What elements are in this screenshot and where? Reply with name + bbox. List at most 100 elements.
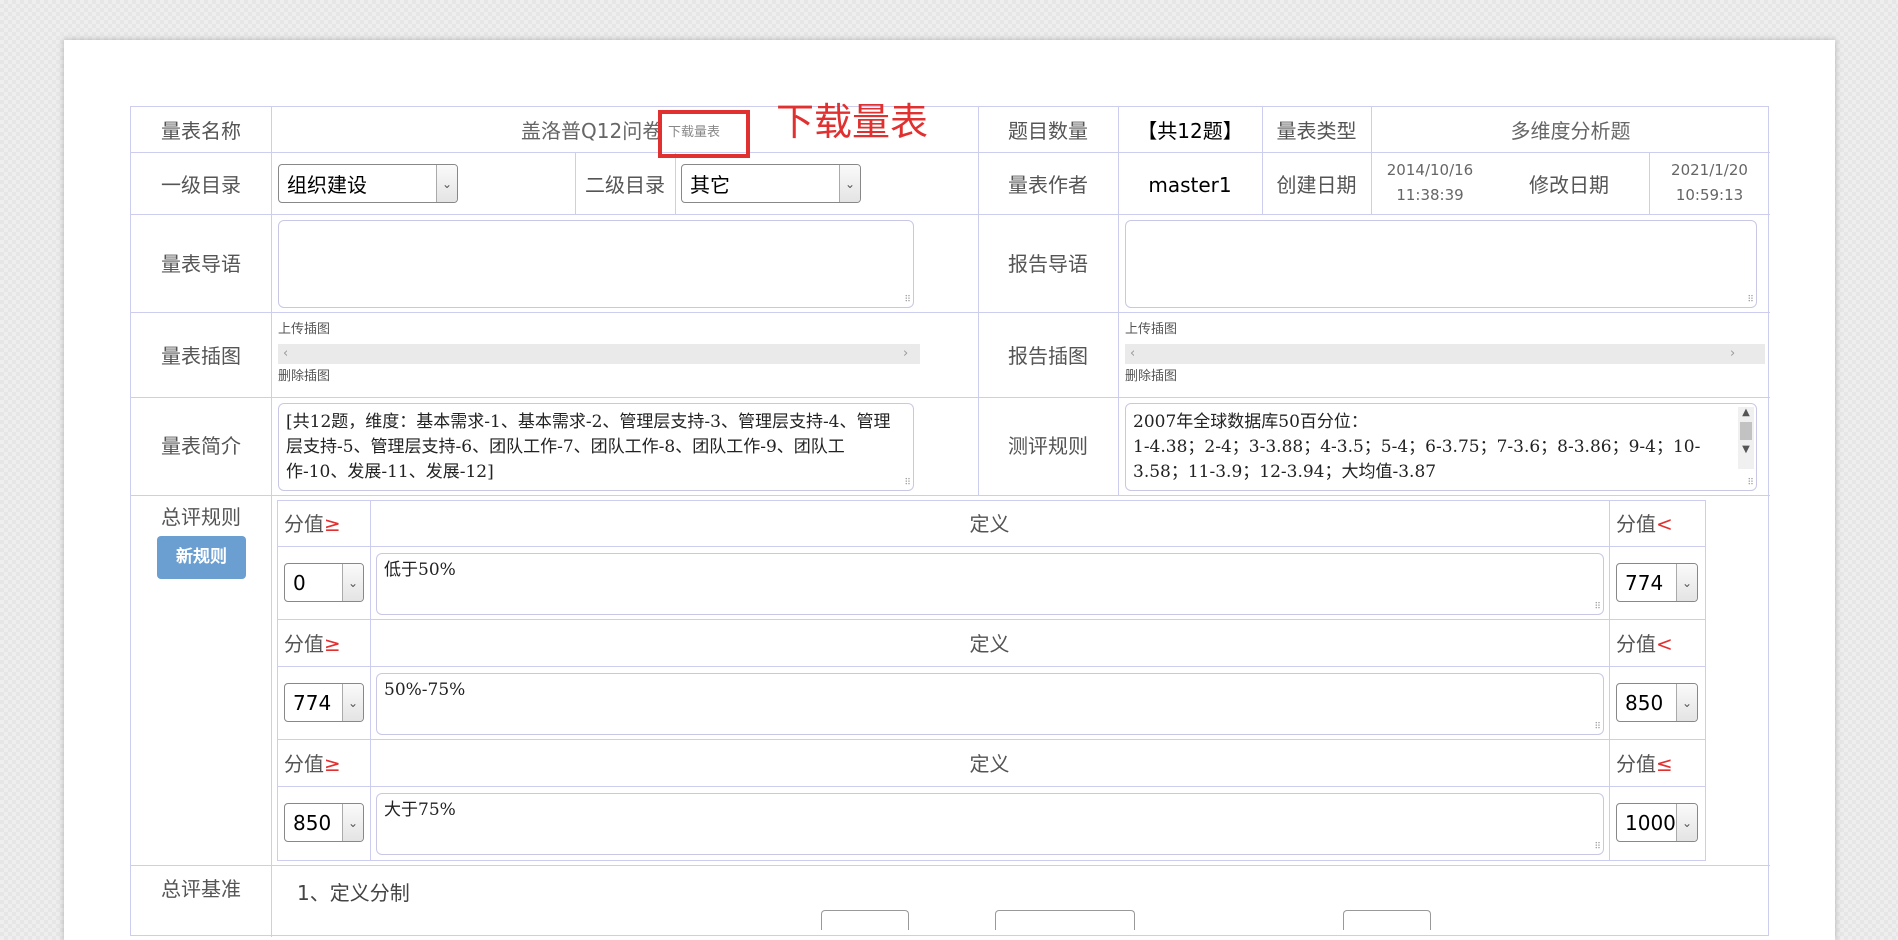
scale-name-label: 量表名称	[161, 119, 241, 143]
resize-grip-icon[interactable]: ⠿	[1594, 723, 1601, 732]
resize-grip-icon[interactable]: ⠿	[1747, 296, 1754, 305]
author-label: 量表作者	[1008, 173, 1088, 197]
chevron-down-icon: ⌄	[436, 165, 457, 202]
intro-textarea[interactable]: ⠿	[278, 220, 914, 308]
summary-textarea[interactable]: [共12题，维度：基本需求-1、基本需求-2、管理层支持-3、管理层支持-4、管…	[278, 403, 914, 491]
question-count-value: 【共12题】	[1137, 119, 1243, 143]
created-time: 11:38:39	[1396, 186, 1464, 204]
rule-definition: 低于50%	[384, 560, 456, 580]
row-divider	[131, 152, 1770, 153]
download-annotation: 下载量表	[776, 100, 929, 144]
report-illustration-label: 报告插图	[1008, 344, 1088, 368]
basis-item: 1、定义分制	[297, 881, 410, 905]
basis-select[interactable]	[821, 910, 909, 930]
category2-select[interactable]: 其它 ⌄	[681, 164, 861, 203]
resize-grip-icon[interactable]: ⠿	[1594, 603, 1601, 612]
chevron-down-icon: ⌄	[1676, 804, 1697, 841]
row-divider	[131, 495, 1770, 496]
rule-min-header: 分值≥	[284, 752, 341, 776]
row-divider	[278, 786, 1705, 787]
col-divider	[1609, 501, 1610, 860]
modified-date: 2021/1/20	[1671, 161, 1748, 179]
resize-grip-icon[interactable]: ⠿	[904, 479, 911, 488]
rule-min-value: 0	[293, 570, 306, 595]
report-intro-textarea[interactable]: ⠿	[1125, 220, 1757, 308]
row-divider	[278, 739, 1705, 740]
rule-max-select[interactable]: 774 ⌄	[1616, 563, 1698, 602]
rule-definition-textarea[interactable]: 大于75% ⠿	[376, 793, 1604, 855]
rule-min-value: 850	[293, 810, 332, 835]
chevron-down-icon: ⌄	[342, 684, 363, 721]
rule-max-header: 分值<	[1616, 512, 1673, 536]
rule-min-select[interactable]: 774 ⌄	[284, 683, 364, 722]
rule-definition-textarea[interactable]: 50%-75% ⠿	[376, 673, 1604, 735]
col-divider	[675, 152, 676, 214]
delete-illustration-link[interactable]: 删除插图	[278, 370, 330, 383]
illustration-scrollbar[interactable]: ‹ ›	[278, 344, 920, 364]
category2-value: 其它	[690, 173, 730, 197]
row-divider	[131, 865, 1770, 866]
report-intro-label: 报告导语	[1008, 252, 1088, 276]
scale-edit-form: 量表名称 盖洛普Q12问卷 下载量表 下载量表 题目数量 【共12题】 量表类型…	[130, 100, 1770, 937]
chevron-right-icon[interactable]: ›	[1730, 346, 1735, 361]
overall-rules-label: 总评规则	[161, 505, 241, 529]
upload-illustration-link[interactable]: 上传插图	[278, 323, 330, 336]
modified-time: 10:59:13	[1675, 186, 1744, 204]
rule-definition-header: 定义	[969, 752, 1010, 776]
col-divider	[1649, 152, 1650, 214]
rules-label: 测评规则	[1008, 434, 1088, 458]
report-illustration-scrollbar[interactable]: ‹ ›	[1125, 344, 1765, 364]
row-divider	[278, 666, 1705, 667]
row-divider	[131, 397, 1770, 398]
rule-min-select[interactable]: 0 ⌄	[284, 563, 364, 602]
rules-text-line2: 1-4.38；2-4；3-3.88；4-3.5；5-4；6-3.75；7-3.6…	[1133, 437, 1701, 482]
overall-basis-label: 总评基准	[161, 877, 241, 901]
vertical-scrollbar[interactable]: ▲ ▼	[1738, 407, 1754, 469]
rule-max-value: 774	[1625, 570, 1664, 595]
illustration-label: 量表插图	[161, 344, 241, 368]
basis-select[interactable]	[1343, 910, 1431, 930]
new-rule-button[interactable]: 新规则	[157, 536, 246, 579]
rule-max-select[interactable]: 1000 ⌄	[1616, 803, 1698, 842]
scale-name-value: 盖洛普Q12问卷	[521, 119, 663, 143]
rule-max-value: 1000	[1625, 810, 1676, 835]
created-date-label: 创建日期	[1276, 173, 1357, 197]
rule-definition: 大于75%	[384, 800, 456, 820]
category1-value: 组织建设	[287, 173, 367, 197]
chevron-down-icon: ⌄	[342, 804, 363, 841]
rules-textarea[interactable]: 2007年全球数据库50百分位： 1-4.38；2-4；3-3.88；4-3.5…	[1125, 403, 1757, 491]
chevron-down-icon: ⌄	[1676, 564, 1697, 601]
modified-date-label: 修改日期	[1529, 173, 1609, 197]
resize-grip-icon[interactable]: ⠿	[1747, 479, 1754, 488]
basis-select[interactable]	[995, 910, 1135, 930]
rule-definition-textarea[interactable]: 低于50% ⠿	[376, 553, 1604, 615]
delete-report-illustration-link[interactable]: 删除插图	[1125, 370, 1177, 383]
rule-min-select[interactable]: 850 ⌄	[284, 803, 364, 842]
created-date: 2014/10/16	[1386, 161, 1474, 179]
row-divider	[278, 619, 1705, 620]
resize-grip-icon[interactable]: ⠿	[1594, 843, 1601, 852]
rule-max-value: 850	[1625, 690, 1664, 715]
rule-definition: 50%-75%	[384, 680, 466, 700]
rule-max-select[interactable]: 850 ⌄	[1616, 683, 1698, 722]
rules-text-line1: 2007年全球数据库50百分位：	[1133, 412, 1368, 432]
rule-definition-header: 定义	[969, 512, 1010, 536]
summary-text: [共12题，维度：基本需求-1、基本需求-2、管理层支持-3、管理层支持-4、管…	[286, 412, 891, 482]
chevron-left-icon[interactable]: ‹	[283, 346, 288, 361]
scale-type-label: 量表类型	[1276, 119, 1357, 143]
intro-label: 量表导语	[161, 252, 241, 276]
category2-label: 二级目录	[585, 173, 665, 197]
upload-report-illustration-link[interactable]: 上传插图	[1125, 323, 1177, 336]
rule-min-header: 分值≥	[284, 512, 341, 536]
chevron-right-icon[interactable]: ›	[903, 346, 908, 361]
row-divider	[278, 546, 1705, 547]
resize-grip-icon[interactable]: ⠿	[904, 296, 911, 305]
category1-select[interactable]: 组织建设 ⌄	[278, 164, 458, 203]
category1-label: 一级目录	[161, 173, 241, 197]
rule-max-header: 分值≤	[1616, 752, 1673, 776]
chevron-down-icon: ⌄	[1676, 684, 1697, 721]
col-divider	[1118, 107, 1119, 495]
chevron-down-icon: ⌄	[342, 564, 363, 601]
rule-definition-header: 定义	[969, 632, 1010, 656]
chevron-left-icon[interactable]: ‹	[1130, 346, 1135, 361]
